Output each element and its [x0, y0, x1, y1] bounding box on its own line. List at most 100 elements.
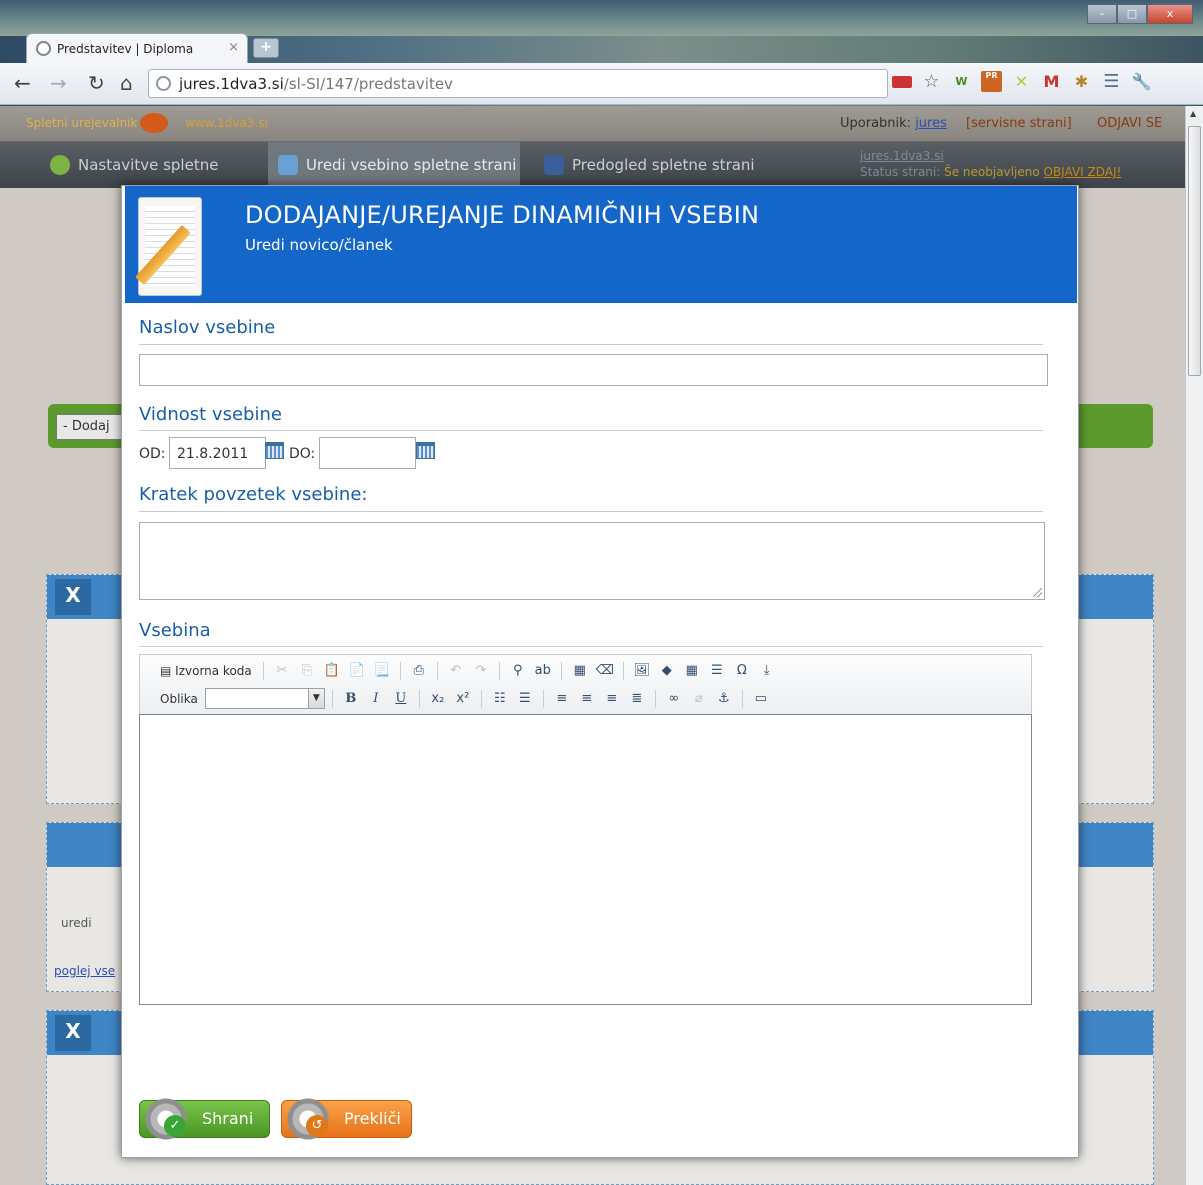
flash-icon[interactable]: ◆ [656, 660, 678, 682]
underline-icon[interactable]: U [390, 688, 412, 710]
dialog-title: DODAJANJE/UREJANJE DINAMIČNIH VSEBIN [245, 201, 760, 229]
toolbar-separator [622, 661, 624, 680]
undo-icon[interactable]: ↶ [445, 660, 467, 682]
justify-icon[interactable]: ≣ [626, 688, 648, 710]
nav-edit-content[interactable]: Uredi vsebino spletne strani [268, 142, 520, 188]
tab-close-button[interactable]: × [228, 40, 239, 55]
rich-text-editor-area[interactable] [139, 714, 1032, 1005]
select-all-icon[interactable]: ▦ [569, 660, 591, 682]
address-bar[interactable]: jures.1dva3.si/sl-SI/147/predstavitev [148, 69, 888, 98]
horizontal-rule-icon[interactable]: ☰ [706, 660, 728, 682]
summary-section-label: Kratek povzetek vsebine: [139, 484, 368, 505]
pagerank-extension-icon[interactable]: PR [981, 71, 1002, 92]
scissors-extension-icon[interactable]: ✕ [1011, 71, 1032, 92]
w-extension-icon[interactable]: W [951, 71, 972, 92]
delete-card-button[interactable]: X [55, 579, 91, 615]
browser-tab[interactable]: Predstavitev | Diploma × [26, 33, 248, 63]
paste-text-icon[interactable]: 📄 [346, 660, 368, 682]
image-icon[interactable]: 🖼 [631, 660, 653, 682]
align-left-icon[interactable]: ≡ [551, 688, 573, 710]
cancel-button[interactable]: ↺ Prekliči [281, 1097, 412, 1141]
numbered-list-icon[interactable]: ☷ [489, 688, 511, 710]
superscript-icon[interactable]: x² [452, 688, 474, 710]
align-center-icon[interactable]: ≡ [576, 688, 598, 710]
window-titlebar [0, 0, 1203, 36]
forward-arrow-icon[interactable]: → [50, 71, 67, 95]
cms-site-link[interactable]: www.1dva3.si [185, 116, 268, 130]
content-title-input[interactable] [139, 354, 1048, 386]
save-button-label: Shrani [202, 1109, 254, 1128]
save-button[interactable]: ✓ Shrani [139, 1097, 270, 1141]
reload-icon[interactable]: ↻ [88, 71, 105, 95]
toolbar-separator [741, 689, 743, 708]
edit-link[interactable]: uredi [61, 916, 92, 930]
bulleted-list-icon[interactable]: ☰ [514, 688, 536, 710]
pin-extension-icon[interactable]: ✱ [1071, 71, 1092, 92]
cms-brand: Spletni urejevalnik [26, 116, 138, 130]
nav-settings[interactable]: Nastavitve spletne strani [40, 142, 262, 220]
cut-icon[interactable]: ✂ [271, 660, 293, 682]
maximize-editor-icon[interactable]: ▭ [750, 688, 772, 710]
replace-icon[interactable]: ab [532, 660, 554, 682]
status-value: Še neobjavljeno [944, 165, 1040, 179]
resize-grip-icon[interactable] [1033, 588, 1042, 597]
gmail-extension-icon[interactable]: M [1041, 71, 1062, 92]
source-code-label: Izvorna koda [175, 663, 252, 678]
paste-icon[interactable]: 📋 [321, 660, 343, 682]
minimize-button[interactable]: – [1087, 4, 1117, 24]
find-icon[interactable]: ⚲ [507, 660, 529, 682]
source-code-button[interactable]: ▤ Izvorna koda [156, 660, 256, 682]
page-break-icon[interactable]: ⤓ [756, 660, 778, 682]
logout-link[interactable]: ODJAVI SE [1097, 116, 1162, 131]
table-icon[interactable]: ▦ [681, 660, 703, 682]
add-content-select[interactable]: - Dodaj [56, 414, 126, 440]
flag-extension-icon[interactable] [892, 76, 912, 88]
page-menu-icon[interactable]: ☰ [1101, 71, 1122, 92]
calendar-icon[interactable] [265, 442, 284, 459]
rich-text-toolbar: ▤ Izvorna koda ✂ ⎘ 📋 📄 📃 ⎙ ↶ ↷ ⚲ ab ▦ ⌫ … [139, 654, 1032, 714]
cms-logo-icon [140, 113, 168, 133]
cms-topbar: Spletni urejevalnik www.1dva3.si Uporabn… [0, 106, 1185, 142]
paste-word-icon[interactable]: 📃 [371, 660, 393, 682]
nav-preview[interactable]: Predogled spletne strani [534, 142, 774, 188]
publish-now-link[interactable]: OBJAVI ZDAJ! [1044, 165, 1122, 179]
align-right-icon[interactable]: ≡ [601, 688, 623, 710]
calendar-icon[interactable] [416, 442, 435, 459]
new-tab-button[interactable]: + [253, 38, 279, 58]
delete-card-button[interactable]: X [55, 1015, 91, 1051]
home-icon[interactable]: ⌂ [120, 71, 133, 95]
page-info-icon [156, 76, 171, 91]
format-label: Oblika [160, 691, 198, 706]
chevron-down-icon[interactable]: ▼ [307, 689, 324, 708]
redo-icon[interactable]: ↷ [470, 660, 492, 682]
from-label: OD: [139, 446, 166, 462]
to-label: DO: [289, 446, 316, 462]
content-section-label: Vsebina [139, 620, 211, 641]
format-select[interactable]: ▼ [204, 688, 325, 709]
italic-icon[interactable]: I [365, 688, 387, 710]
view-all-link[interactable]: poglej vse [54, 964, 115, 978]
bold-icon[interactable]: B [340, 688, 362, 710]
from-date-input[interactable]: 21.8.2011 [169, 437, 266, 469]
close-window-button[interactable]: x [1147, 4, 1193, 24]
back-arrow-icon[interactable]: ← [14, 71, 31, 95]
print-icon[interactable]: ⎙ [408, 660, 430, 682]
anchor-icon[interactable]: ⚓ [713, 688, 735, 710]
extension-icons: ☆ W PR ✕ M ✱ ☰ 🔧 [892, 71, 1152, 92]
scroll-up-icon[interactable]: ▲ [1190, 109, 1196, 118]
summary-textarea[interactable] [139, 522, 1045, 600]
user-name-link[interactable]: jures [915, 116, 947, 131]
page-scrollbar[interactable]: ▲ [1185, 106, 1203, 1185]
bookmark-star-icon[interactable]: ☆ [921, 71, 942, 92]
subscript-icon[interactable]: x₂ [427, 688, 449, 710]
remove-format-icon[interactable]: ⌫ [594, 660, 616, 682]
maximize-button[interactable]: □ [1117, 4, 1147, 24]
copy-icon[interactable]: ⎘ [296, 660, 318, 682]
service-pages-link[interactable]: [servisne strani] [966, 116, 1072, 131]
scroll-thumb[interactable] [1188, 126, 1201, 376]
unlink-icon[interactable]: ⌀ [688, 688, 710, 710]
link-icon[interactable]: ∞ [663, 688, 685, 710]
to-date-input[interactable] [319, 437, 416, 469]
special-char-icon[interactable]: Ω [731, 660, 753, 682]
wrench-icon[interactable]: 🔧 [1131, 71, 1152, 92]
